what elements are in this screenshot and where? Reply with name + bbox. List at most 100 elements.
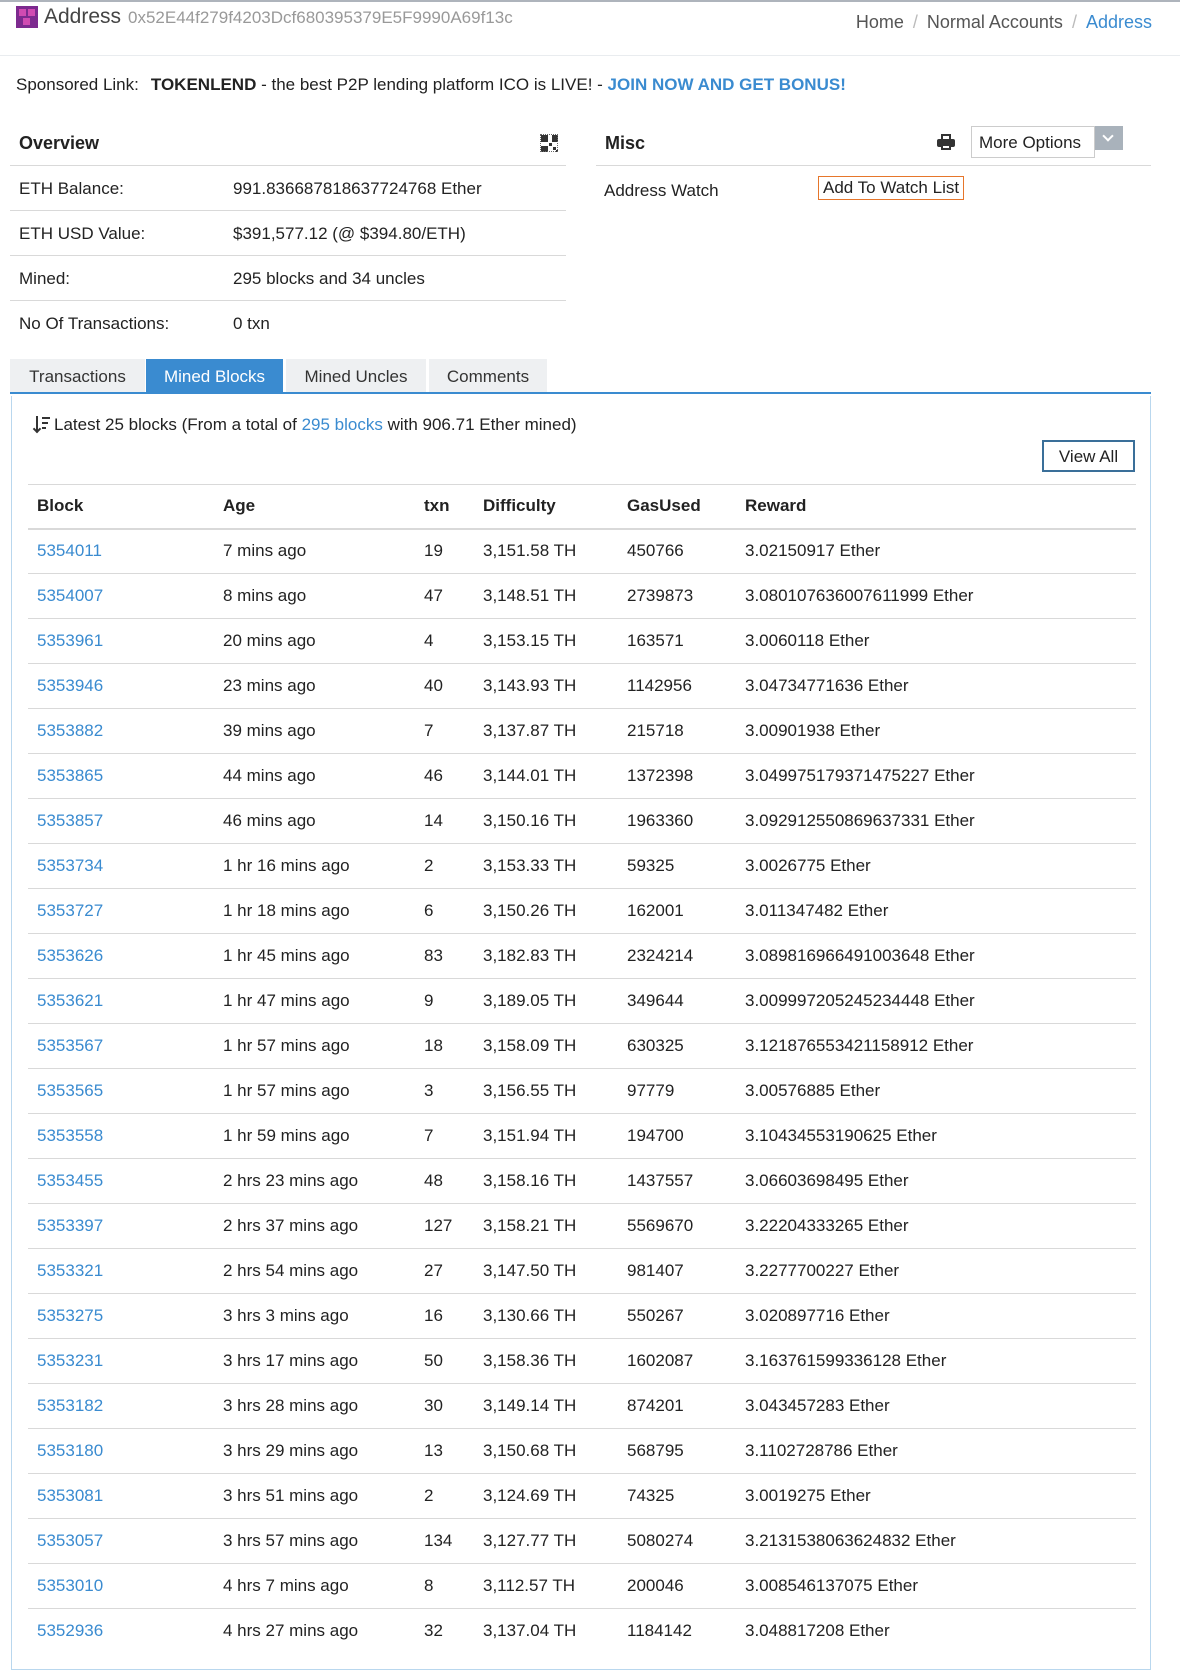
qr-code-icon[interactable] <box>540 134 558 152</box>
print-icon[interactable] <box>937 134 955 150</box>
txn-cell: 19 <box>415 528 474 574</box>
block-number-link[interactable]: 5353231 <box>28 1338 214 1384</box>
age-cell: 39 mins ago <box>214 708 415 754</box>
reward-cell: 3.008546137075 Ether <box>736 1563 1136 1609</box>
add-to-watch-list-button[interactable]: Add To Watch List <box>818 176 965 200</box>
transactions-label: No Of Transactions: <box>19 314 170 333</box>
more-options-button[interactable]: More Options <box>971 126 1095 158</box>
txn-cell: 7 <box>415 708 474 754</box>
tab-mined-blocks[interactable]: Mined Blocks <box>146 359 283 392</box>
difficulty-cell: 3,144.01 TH <box>474 753 618 799</box>
gas-used-cell: 1184142 <box>627 1621 692 1641</box>
column-header-reward: Reward <box>736 484 1136 530</box>
gas-used-cell: 1963360 <box>618 798 736 844</box>
table-row: 5353727 1 hr 18 mins ago 6 3,150.26 TH 16200… <box>28 888 1136 934</box>
txn-cell: 6 <box>415 888 474 934</box>
block-number-link[interactable]: 5354011 <box>28 528 214 574</box>
overview-row-usd: ETH USD Value: $391,577.12 (@ $394.80/ET… <box>10 211 566 256</box>
table-row: 5352936 4 hrs 27 mins ago 32 3,137.04 TH 118… <box>28 1609 1136 1654</box>
mined-blocks-panel: Latest 25 blocks (From a total of 295 bl… <box>11 396 1151 1670</box>
table-row: 5353961 20 mins ago 4 3,153.15 TH 163571 3.00… <box>28 618 1136 664</box>
age-cell: 7 mins ago <box>214 528 415 574</box>
txn-cell: 13 <box>415 1428 474 1474</box>
block-number-link[interactable]: 5353455 <box>28 1158 214 1204</box>
block-number-link[interactable]: 5353626 <box>28 933 214 979</box>
age-cell: 3 hrs 51 mins ago <box>214 1473 415 1519</box>
gas-used-cell: 874201 <box>618 1383 736 1429</box>
block-number-link[interactable]: 5353857 <box>28 798 214 844</box>
block-number-link[interactable]: 5354007 <box>28 573 214 619</box>
block-number-link[interactable]: 5353946 <box>28 663 214 709</box>
table-row: 5354007 8 mins ago 47 3,148.51 TH 2739873 3.0… <box>28 573 1136 619</box>
block-number-link[interactable]: 5353397 <box>28 1203 214 1249</box>
block-number-link[interactable]: 5353010 <box>28 1563 214 1609</box>
txn-cell: 9 <box>415 978 474 1024</box>
block-number-link[interactable]: 5353727 <box>28 888 214 934</box>
table-row: 5354011 7 mins ago 19 3,151.58 TH 450766 3.02… <box>28 528 1136 574</box>
table-row: 5353057 3 hrs 57 mins ago 134 3,127.77 TH 50… <box>28 1518 1136 1564</box>
overview-row-balance: ETH Balance: 991.836687818637724768 Ethe… <box>10 166 566 211</box>
block-number-link[interactable]: 5353961 <box>28 618 214 664</box>
age-cell: 3 hrs 57 mins ago <box>214 1518 415 1564</box>
tab-transactions[interactable]: Transactions <box>10 359 145 392</box>
block-number-link[interactable]: 5353882 <box>28 708 214 754</box>
block-number-link[interactable]: 5353180 <box>28 1428 214 1474</box>
tab-bar: Transactions Mined Blocks Mined Uncles C… <box>10 359 1151 394</box>
txn-cell: 127 <box>415 1203 474 1249</box>
age-cell: 1 hr 57 mins ago <box>214 1068 415 1114</box>
gas-used-cell: 568795 <box>618 1428 736 1474</box>
sponsored-cta-link[interactable]: JOIN NOW AND GET BONUS! <box>608 75 846 94</box>
block-number-link[interactable]: 5353558 <box>28 1113 214 1159</box>
reward-cell: 3.089816966491003648 Ether <box>736 933 1136 979</box>
block-number-link[interactable]: 5353057 <box>28 1518 214 1564</box>
gas-used-cell: 1142956 <box>618 663 736 709</box>
blocks-summary: Latest 25 blocks (From a total of 295 bl… <box>32 415 577 435</box>
total-blocks-link[interactable]: 295 blocks <box>302 415 383 434</box>
age-cell: 3 hrs 17 mins ago <box>214 1338 415 1384</box>
gas-used-cell: 5569670 <box>618 1203 736 1249</box>
reward-cell: 3.121876553421158912 Ether <box>736 1023 1136 1069</box>
block-number-link[interactable]: 5353321 <box>28 1248 214 1294</box>
gas-used-cell: 1602087 <box>618 1338 736 1384</box>
tab-comments[interactable]: Comments <box>429 359 547 392</box>
table-row: 5353865 44 mins ago 46 3,144.01 TH 1372398 3.… <box>28 753 1136 799</box>
difficulty-cell: 3,150.26 TH <box>474 888 618 934</box>
txn-cell: 18 <box>415 1023 474 1069</box>
difficulty-cell: 3,147.50 TH <box>474 1248 618 1294</box>
difficulty-cell: 3,158.36 TH <box>474 1338 618 1384</box>
reward-cell: 3.0026775 Ether <box>736 843 1136 889</box>
table-row: 5353081 3 hrs 51 mins ago 2 3,124.69 TH 7432… <box>28 1473 1136 1519</box>
block-number-link[interactable]: 5353734 <box>28 843 214 889</box>
block-number-link[interactable]: 5353275 <box>28 1293 214 1339</box>
gas-used-cell: 194700 <box>618 1113 736 1159</box>
sort-descending-icon <box>32 415 50 434</box>
difficulty-cell: 3,148.51 TH <box>474 573 618 619</box>
breadcrumb-home[interactable]: Home <box>856 12 904 33</box>
txn-cell: 30 <box>415 1383 474 1429</box>
block-number-link[interactable]: 5353182 <box>28 1383 214 1429</box>
gas-used-cell: 1372398 <box>618 753 736 799</box>
overview-row-transactions: No Of Transactions: 0 txn <box>10 301 566 346</box>
reward-cell: 3.00901938 Ether <box>736 708 1136 754</box>
balance-label: ETH Balance: <box>19 179 124 198</box>
block-number-link[interactable]: 5353621 <box>28 978 214 1024</box>
chevron-down-icon[interactable] <box>1095 126 1123 150</box>
txn-cell: 134 <box>415 1518 474 1564</box>
tab-mined-uncles[interactable]: Mined Uncles <box>286 359 426 392</box>
reward-cell: 3.049975179371475227 Ether <box>736 753 1136 799</box>
mined-blocks-table: Block Age txn Difficulty GasUsed Reward … <box>28 484 1136 1654</box>
breadcrumb-normal-accounts[interactable]: Normal Accounts <box>927 12 1063 33</box>
table-row: 5353231 3 hrs 17 mins ago 50 3,158.36 TH 160… <box>28 1338 1136 1384</box>
block-number-link[interactable]: 5353081 <box>28 1473 214 1519</box>
table-row: 5353275 3 hrs 3 mins ago 16 3,130.66 TH 5502… <box>28 1293 1136 1339</box>
column-header-block: Block <box>28 484 214 530</box>
difficulty-cell: 3,151.94 TH <box>474 1113 618 1159</box>
gas-used-cell: 450766 <box>618 528 736 574</box>
block-number-link[interactable]: 5353565 <box>28 1068 214 1114</box>
sponsored-brand[interactable]: TOKENLEND <box>151 75 256 94</box>
block-number-link[interactable]: 5353567 <box>28 1023 214 1069</box>
block-number-link[interactable]: 5353865 <box>28 753 214 799</box>
block-number-link[interactable]: 5352936 <box>28 1609 214 1654</box>
view-all-button[interactable]: View All <box>1042 440 1135 472</box>
gas-used-cell: 163571 <box>618 618 736 664</box>
